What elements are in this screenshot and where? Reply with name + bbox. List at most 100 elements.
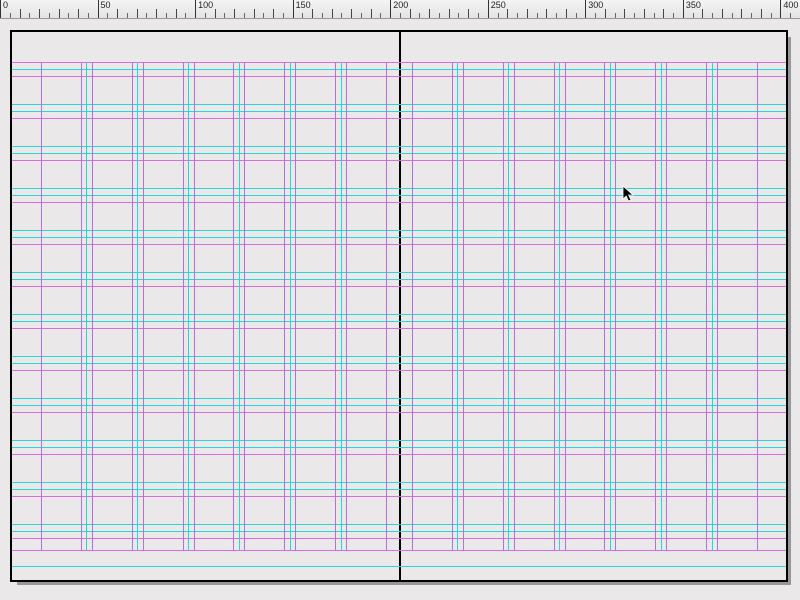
- gutter-guide: [341, 62, 342, 550]
- med-tick: [59, 9, 60, 18]
- minor-tick: [205, 13, 206, 18]
- gutter-guide: [559, 62, 560, 550]
- baseline-guide: [12, 524, 786, 525]
- minor-tick: [29, 13, 30, 18]
- med-tick: [176, 9, 177, 18]
- baseline-guide: [12, 440, 786, 441]
- med-tick: [234, 9, 235, 18]
- ruler-label: 50: [101, 0, 111, 10]
- minor-tick: [419, 13, 420, 18]
- baseline-guide: [12, 104, 786, 105]
- med-tick: [722, 9, 723, 18]
- baseline-guide: [12, 279, 786, 280]
- minor-tick: [498, 13, 499, 18]
- med-tick: [449, 9, 450, 18]
- column-guide: [452, 62, 453, 550]
- column-guide: [284, 62, 285, 550]
- baseline-guide: [12, 412, 786, 413]
- baseline-guide: [12, 237, 786, 238]
- baseline-guide: [12, 328, 786, 329]
- baseline-guide: [12, 496, 786, 497]
- major-tick: 150: [293, 0, 294, 18]
- baseline-guide: [12, 566, 786, 567]
- gutter-guide: [712, 62, 713, 550]
- med-tick: [39, 9, 40, 18]
- baseline-guide: [12, 286, 786, 287]
- baseline-guide: [12, 230, 786, 231]
- baseline-guide: [12, 405, 786, 406]
- column-guide: [244, 62, 245, 550]
- minor-tick: [380, 13, 381, 18]
- minor-tick: [517, 13, 518, 18]
- gutter-guide: [508, 62, 509, 550]
- column-guide: [666, 62, 667, 550]
- gutter-guide: [137, 62, 138, 550]
- minor-tick: [439, 13, 440, 18]
- column-guide: [183, 62, 184, 550]
- column-guide: [92, 62, 93, 550]
- horizontal-ruler[interactable]: 050100150200250300350400: [0, 0, 800, 19]
- baseline-guide: [12, 146, 786, 147]
- med-tick: [254, 9, 255, 18]
- margin-guide-top: [12, 62, 786, 63]
- minor-tick: [224, 13, 225, 18]
- med-tick: [761, 9, 762, 18]
- minor-tick: [166, 13, 167, 18]
- minor-tick: [615, 13, 616, 18]
- ruler-label: 250: [491, 0, 506, 10]
- minor-tick: [88, 13, 89, 18]
- med-tick: [156, 9, 157, 18]
- minor-tick: [146, 13, 147, 18]
- med-tick: [624, 9, 625, 18]
- gutter-guide: [86, 62, 87, 550]
- minor-tick: [49, 13, 50, 18]
- baseline-guide: [12, 202, 786, 203]
- baseline-guide: [12, 370, 786, 371]
- gutter-guide: [457, 62, 458, 550]
- column-guide: [503, 62, 504, 550]
- ruler-label: 150: [296, 0, 311, 10]
- baseline-guide: [12, 160, 786, 161]
- minor-tick: [537, 13, 538, 18]
- major-tick: 0: [0, 0, 1, 18]
- med-tick: [137, 9, 138, 18]
- baseline-guide: [12, 69, 786, 70]
- column-guide: [565, 62, 566, 550]
- minor-tick: [556, 13, 557, 18]
- minor-tick: [185, 13, 186, 18]
- margin-guide: [41, 62, 42, 550]
- ruler-label: 300: [588, 0, 603, 10]
- med-tick: [312, 9, 313, 18]
- minor-tick: [673, 13, 674, 18]
- major-tick: 100: [195, 0, 196, 18]
- pasteboard[interactable]: [0, 18, 800, 600]
- margin-guide: [412, 62, 413, 550]
- baseline-guide: [12, 195, 786, 196]
- minor-tick: [361, 13, 362, 18]
- baseline-guide: [12, 244, 786, 245]
- minor-tick: [693, 13, 694, 18]
- major-tick: 400: [780, 0, 781, 18]
- document-spread[interactable]: [12, 32, 786, 580]
- baseline-guide: [12, 482, 786, 483]
- minor-tick: [790, 13, 791, 18]
- minor-tick: [400, 13, 401, 18]
- minor-tick: [712, 13, 713, 18]
- baseline-guide: [12, 356, 786, 357]
- med-tick: [546, 9, 547, 18]
- baseline-guide: [12, 111, 786, 112]
- baseline-guide: [12, 531, 786, 532]
- gutter-guide: [610, 62, 611, 550]
- baseline-guide: [12, 272, 786, 273]
- major-tick: 350: [683, 0, 684, 18]
- med-tick: [351, 9, 352, 18]
- minor-tick: [322, 13, 323, 18]
- column-guide: [554, 62, 555, 550]
- baseline-guide: [12, 363, 786, 364]
- page-spine: [399, 32, 401, 580]
- med-tick: [741, 9, 742, 18]
- minor-tick: [595, 13, 596, 18]
- minor-tick: [751, 13, 752, 18]
- baseline-guide: [12, 398, 786, 399]
- column-guide: [295, 62, 296, 550]
